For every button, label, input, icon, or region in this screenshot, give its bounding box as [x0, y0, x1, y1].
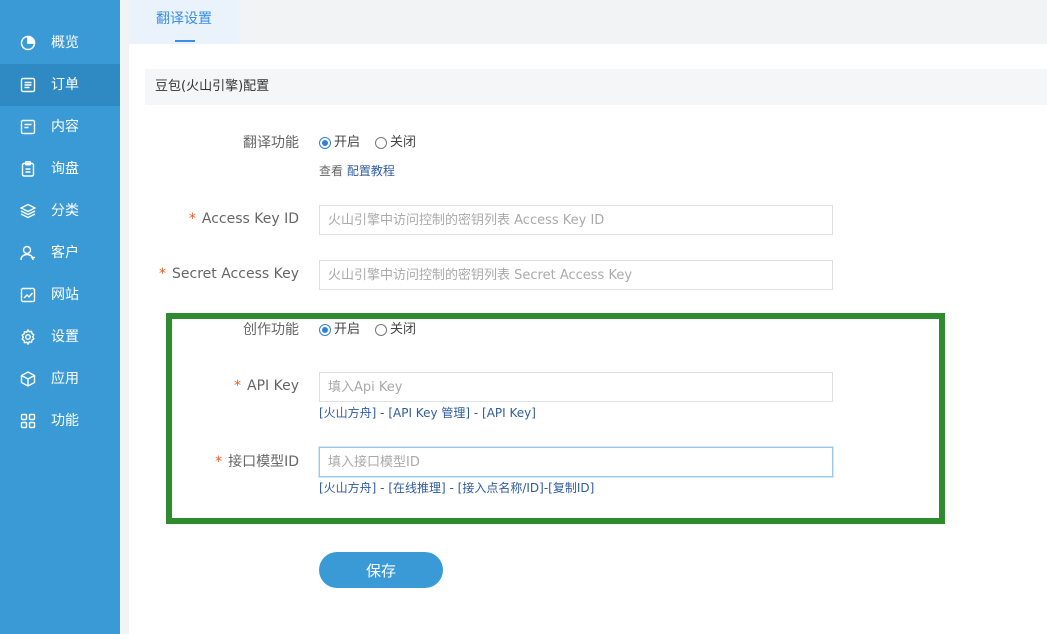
sidebar-item-label: 网站: [51, 287, 79, 303]
translate-on-radio[interactable]: 开启: [319, 134, 360, 152]
model-id-label: * 接口模型ID: [215, 452, 299, 472]
sidebar-item-inquiry[interactable]: 询盘: [0, 148, 120, 190]
help-prefix: 查看: [319, 164, 344, 178]
sidebar-item-features[interactable]: 功能: [0, 400, 120, 442]
secret-key-label-text: Secret Access Key: [172, 266, 299, 282]
creation-on-radio[interactable]: 开启: [319, 321, 360, 339]
tab-translation-settings[interactable]: 翻译设置: [129, 0, 239, 44]
api-key-help: [火山方舟] - [API Key 管理] - [API Key]: [319, 406, 536, 420]
sidebar-item-label: 应用: [51, 371, 79, 387]
model-id-input[interactable]: [319, 447, 833, 477]
sidebar-item-content[interactable]: 内容: [0, 106, 120, 148]
model-id-label-text: 接口模型ID: [228, 454, 299, 470]
sidebar-item-customers[interactable]: 客户: [0, 232, 120, 274]
radio-checked-icon: [319, 324, 331, 336]
sidebar-item-label: 功能: [51, 413, 79, 429]
sidebar-item-settings[interactable]: 设置: [0, 316, 120, 358]
required-mark: *: [159, 266, 167, 282]
clipboard-icon: [20, 161, 36, 177]
sidebar-item-label: 分类: [51, 203, 79, 219]
layers-icon: [20, 203, 36, 219]
tab-label: 翻译设置: [156, 11, 212, 27]
radio-checked-icon: [319, 137, 331, 149]
chart-icon: [20, 287, 36, 303]
access-key-label-text: Access Key ID: [201, 211, 299, 227]
api-key-input[interactable]: [319, 372, 833, 402]
tab-active-indicator: [175, 40, 195, 42]
access-key-input[interactable]: [319, 205, 833, 235]
gear-icon: [20, 329, 36, 345]
required-mark: *: [215, 454, 223, 470]
radio-unchecked-icon: [375, 137, 387, 149]
sidebar-item-label: 设置: [51, 329, 79, 345]
sidebar-item-label: 询盘: [51, 161, 79, 177]
required-mark: *: [188, 211, 196, 227]
sidebar-item-label: 概览: [51, 35, 79, 51]
access-key-label: * Access Key ID: [189, 209, 299, 229]
translate-help: 查看 配置教程: [319, 163, 395, 179]
section-title: 豆包(火山引擎)配置: [155, 79, 270, 94]
translate-label: 翻译功能: [243, 135, 299, 151]
api-key-label-text: API Key: [247, 378, 299, 394]
radio-label: 开启: [334, 322, 361, 337]
model-id-help: [火山方舟] - [在线推理] - [接入点名称/ID]-[复制ID]: [319, 481, 595, 495]
cube-icon: [20, 371, 36, 387]
section-header: 豆包(火山引擎)配置: [145, 69, 1047, 105]
secret-key-input[interactable]: [319, 260, 833, 290]
secret-key-label: * Secret Access Key: [159, 264, 299, 284]
sidebar-item-label: 客户: [51, 245, 79, 261]
sidebar-item-overview[interactable]: 概览: [0, 22, 120, 64]
radio-label: 关闭: [390, 135, 417, 150]
required-mark: *: [234, 378, 242, 394]
pie-chart-icon: [20, 35, 36, 51]
api-key-label: * API Key: [234, 376, 299, 396]
creation-label: 创作功能: [243, 322, 299, 338]
sidebar: 概览 订单 内容 询盘 分类 客户 网站 设置 应用 功能: [0, 0, 120, 634]
sidebar-item-category[interactable]: 分类: [0, 190, 120, 232]
document-icon: [20, 119, 36, 135]
sidebar-item-apps[interactable]: 应用: [0, 358, 120, 400]
sidebar-item-website[interactable]: 网站: [0, 274, 120, 316]
grid-icon: [20, 413, 36, 429]
sidebar-item-orders[interactable]: 订单: [0, 64, 120, 106]
radio-unchecked-icon: [375, 324, 387, 336]
config-tutorial-link[interactable]: 配置教程: [347, 164, 395, 178]
main-panel: 翻译设置 豆包(火山引擎)配置 翻译功能 开启 关闭 查看 配置教程 * Acce…: [129, 0, 1047, 634]
radio-label: 开启: [334, 135, 361, 150]
list-icon: [20, 77, 36, 93]
user-icon: [20, 245, 36, 261]
sidebar-item-label: 内容: [51, 119, 79, 135]
radio-label: 关闭: [390, 322, 417, 337]
save-button[interactable]: 保存: [319, 552, 443, 588]
sidebar-item-label: 订单: [51, 77, 79, 93]
tab-bar: 翻译设置: [129, 0, 1047, 44]
translate-off-radio[interactable]: 关闭: [375, 134, 416, 152]
creation-off-radio[interactable]: 关闭: [375, 321, 416, 339]
